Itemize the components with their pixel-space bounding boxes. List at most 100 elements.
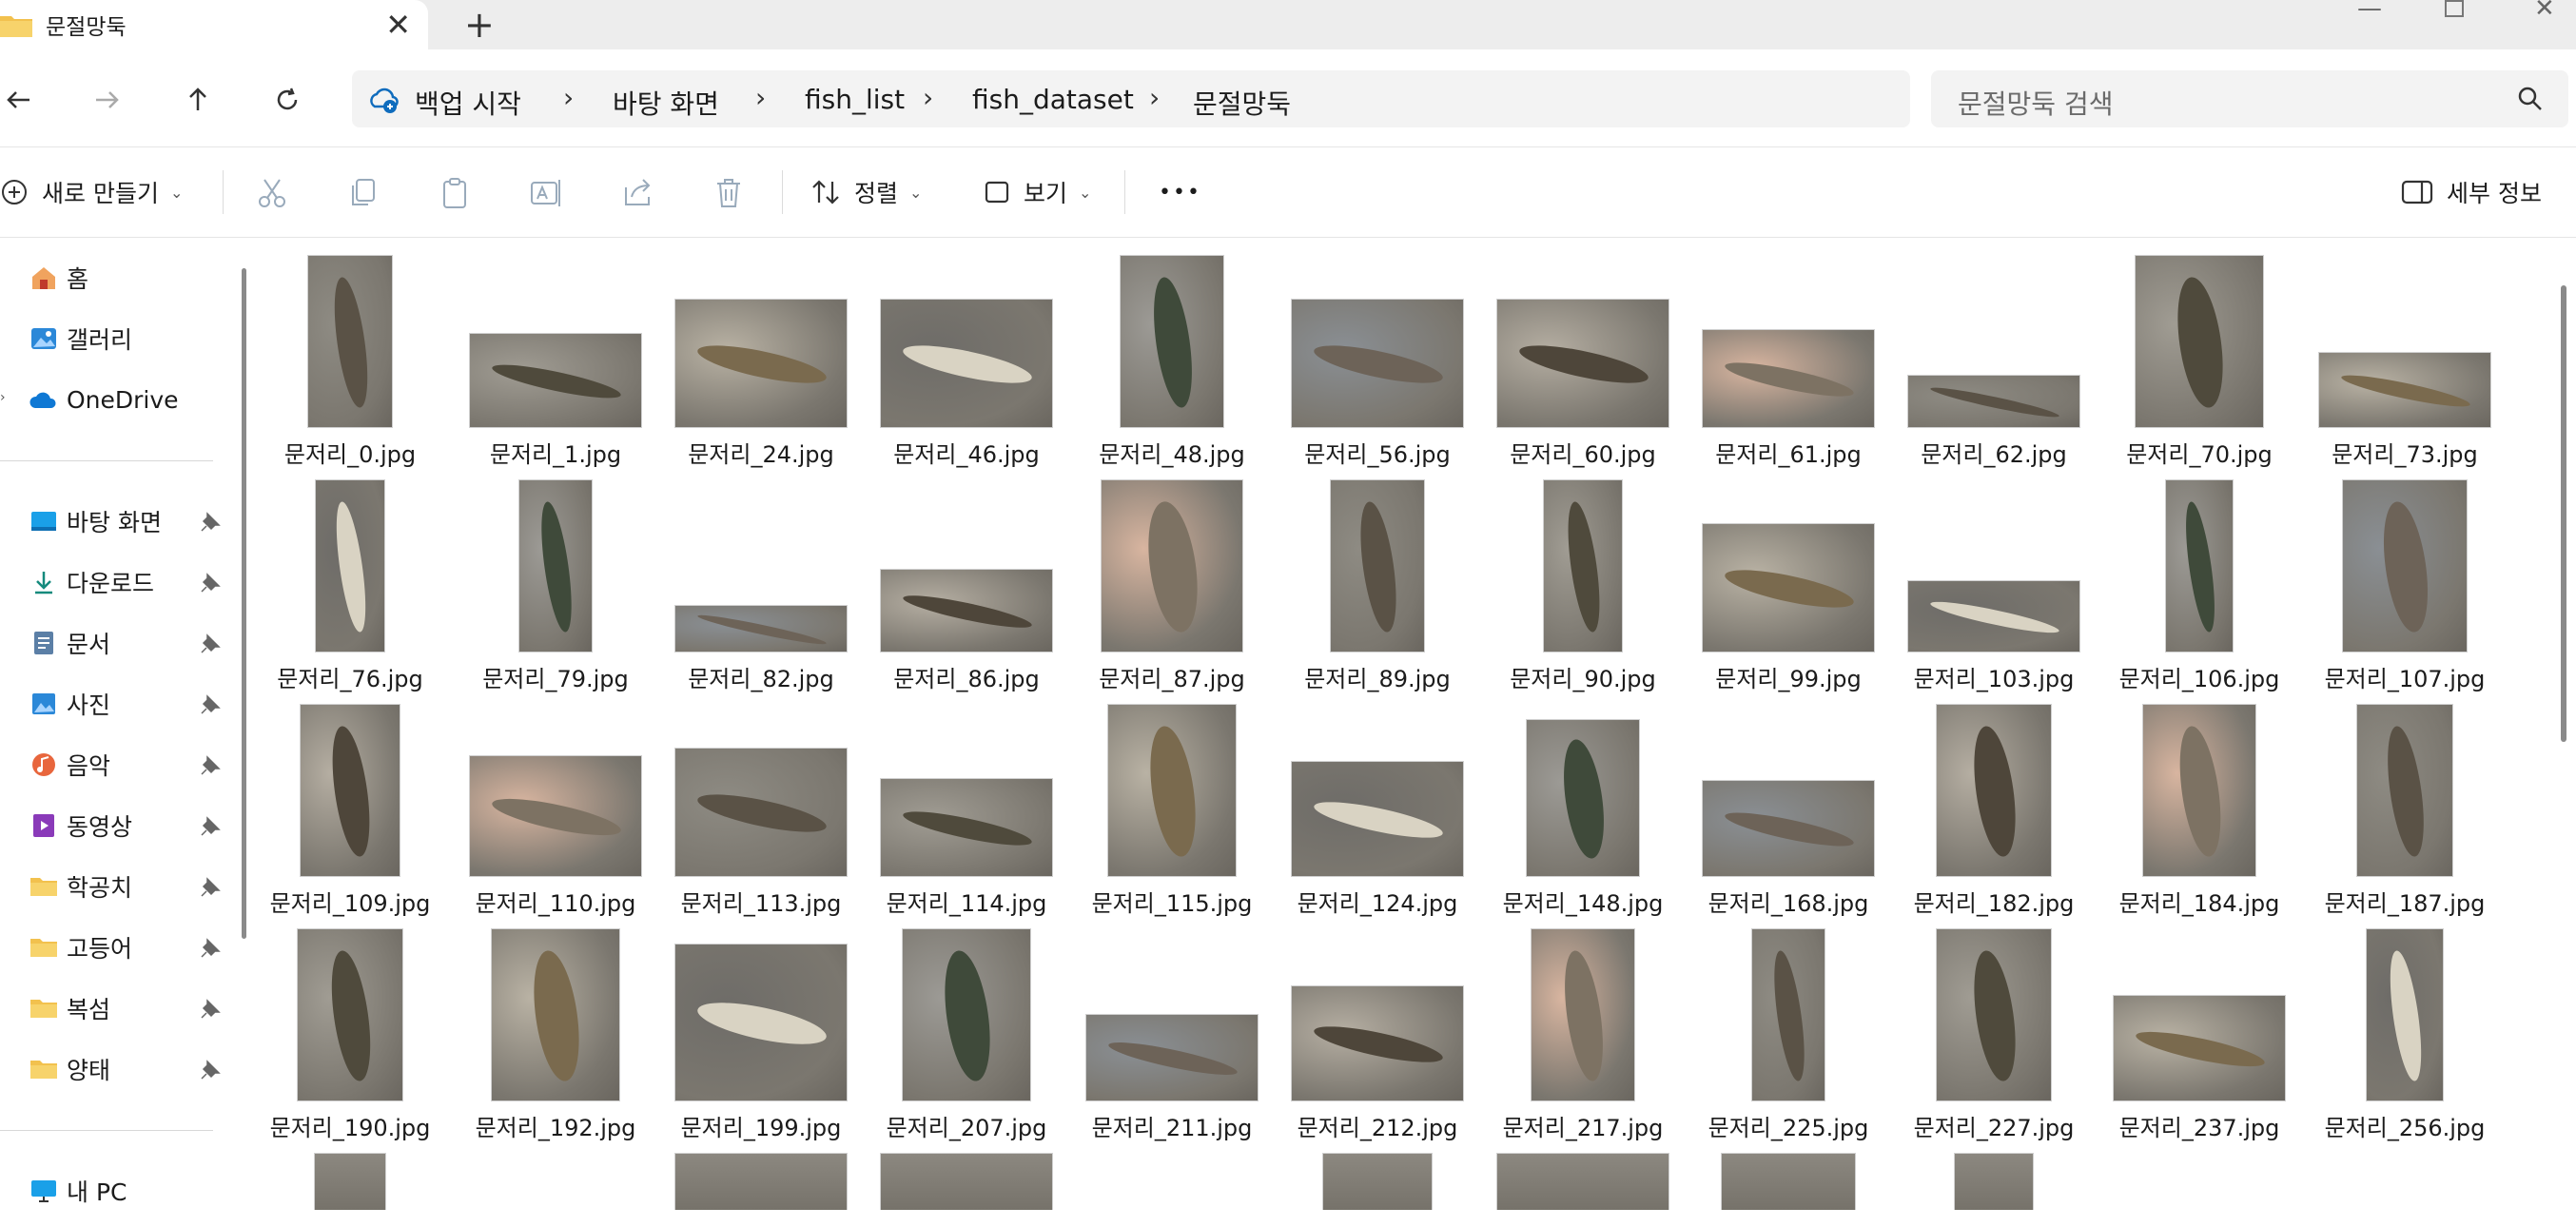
forward-button[interactable] [88,81,126,119]
file-thumbnail[interactable] [880,569,1053,652]
window-tab[interactable]: 문절망둑 ✕ [0,0,428,49]
file-thumbnail[interactable] [315,479,385,652]
file-thumbnail[interactable] [1085,1014,1259,1101]
file-thumbnail[interactable] [674,605,848,652]
new-tab-button[interactable]: + [464,4,495,46]
more-options-button[interactable]: ••• [1159,172,1201,212]
file-thumbnail[interactable] [674,748,848,877]
breadcrumb-fish-dataset[interactable]: fish_dataset [972,84,1134,115]
sort-button[interactable]: 정렬 ⌄ [810,172,922,212]
cut-icon[interactable] [255,176,289,210]
file-thumbnail[interactable] [1936,928,2052,1101]
file-thumbnail[interactable] [2366,928,2444,1101]
search-box[interactable]: 문절망둑 검색 [1931,70,2568,127]
file-thumbnail[interactable] [1543,479,1623,652]
file-thumbnail[interactable] [1330,479,1425,652]
file-thumbnail[interactable] [1107,704,1237,877]
view-button[interactable]: 보기 ⌄ [984,172,1091,212]
file-thumbnail[interactable] [1291,985,1464,1101]
file-thumbnail[interactable] [2356,704,2453,877]
breadcrumb-desktop[interactable]: 바탕 화면 [613,84,719,122]
new-button[interactable]: 새로 만들기 ⌄ [0,172,183,212]
rename-icon[interactable] [529,176,563,210]
share-icon[interactable] [620,176,654,210]
minimize-button[interactable]: — [2357,0,2382,21]
sidebar-scrollbar[interactable] [242,268,246,939]
file-thumbnail[interactable] [314,1153,386,1210]
breadcrumb-backup[interactable]: 백업 시작 [415,84,521,122]
pin-icon[interactable] [200,755,221,776]
file-thumbnail[interactable] [880,1153,1053,1210]
pin-icon[interactable] [200,816,221,837]
file-thumbnail[interactable] [1531,928,1635,1101]
delete-icon[interactable] [712,176,746,210]
file-thumbnail[interactable] [1120,255,1224,428]
paste-icon[interactable] [438,176,472,210]
pin-icon[interactable] [200,999,221,1020]
pin-icon[interactable] [200,1060,221,1081]
file-thumbnail[interactable] [880,778,1053,877]
sidebar-item-downloads[interactable]: 다운로드 [29,563,154,601]
file-thumbnail[interactable] [469,333,642,428]
maximize-button[interactable] [2445,0,2464,18]
sidebar-item-desktop[interactable]: 바탕 화면 [29,502,162,540]
file-thumbnail[interactable] [1721,1153,1856,1210]
file-thumbnail[interactable] [1291,761,1464,877]
file-thumbnail[interactable] [469,755,642,877]
copy-icon[interactable] [346,176,381,210]
pin-icon[interactable] [200,512,221,533]
chevron-right-icon[interactable]: › [0,390,6,405]
sidebar-item-videos[interactable]: 동영상 [29,807,132,845]
file-thumbnail[interactable] [1702,523,1875,652]
file-thumbnail[interactable] [2318,352,2491,428]
file-thumbnail[interactable] [1526,719,1640,877]
file-thumbnail[interactable] [674,299,848,428]
file-thumbnail[interactable] [2165,479,2234,652]
sidebar-item-folder-1[interactable]: 학공치 [29,867,132,906]
file-thumbnail[interactable] [1954,1153,2034,1210]
file-thumbnail[interactable] [1101,479,1243,652]
file-thumbnail[interactable] [2135,255,2264,428]
file-thumbnail[interactable] [2342,479,2468,652]
file-thumbnail[interactable] [674,1153,848,1210]
sidebar-item-folder-4[interactable]: 양태 [29,1050,110,1088]
details-button[interactable]: 세부 정보 [2401,172,2542,212]
back-button[interactable] [0,81,38,119]
pin-icon[interactable] [200,877,221,898]
breadcrumb-current[interactable]: 문절망둑 [1193,84,1291,122]
up-button[interactable] [179,81,217,119]
file-thumbnail[interactable] [307,255,393,428]
file-thumbnail[interactable] [1496,299,1669,428]
file-thumbnail[interactable] [1496,1153,1669,1210]
file-thumbnail[interactable] [491,928,620,1101]
breadcrumb[interactable]: 백업 시작 › 바탕 화면 › fish_list › fish_dataset… [352,70,1910,127]
file-thumbnail[interactable] [2142,704,2256,877]
sidebar-item-music[interactable]: 음악 [29,746,110,784]
sidebar-item-folder-3[interactable]: 복섬 [29,989,110,1027]
sidebar-item-onedrive[interactable]: OneDrive [29,380,179,419]
pin-icon[interactable] [200,938,221,959]
file-thumbnail[interactable] [518,479,593,652]
file-thumbnail[interactable] [1702,780,1875,877]
sidebar-item-this-pc[interactable]: 내 PC [29,1172,127,1210]
file-thumbnail[interactable] [1907,375,2080,428]
sidebar-item-documents[interactable]: 문서 [29,624,110,662]
file-thumbnail[interactable] [1751,928,1825,1101]
file-thumbnail[interactable] [1322,1153,1433,1210]
file-thumbnail[interactable] [902,928,1031,1101]
content-scrollbar[interactable] [2561,285,2566,742]
file-thumbnail[interactable] [1291,299,1464,428]
pin-icon[interactable] [200,633,221,654]
file-thumbnail[interactable] [1907,580,2080,652]
close-window-button[interactable]: ✕ [2534,0,2555,21]
sidebar-item-folder-2[interactable]: 고등어 [29,928,132,966]
pin-icon[interactable] [200,573,221,594]
close-tab-button[interactable]: ✕ [385,6,411,44]
file-thumbnail[interactable] [1936,704,2052,877]
sidebar-item-pictures[interactable]: 사진 [29,685,110,723]
file-thumbnail[interactable] [880,299,1053,428]
file-thumbnail[interactable] [300,704,400,877]
breadcrumb-fish-list[interactable]: fish_list [805,84,905,115]
refresh-button[interactable] [268,81,306,119]
file-thumbnail[interactable] [1702,329,1875,428]
